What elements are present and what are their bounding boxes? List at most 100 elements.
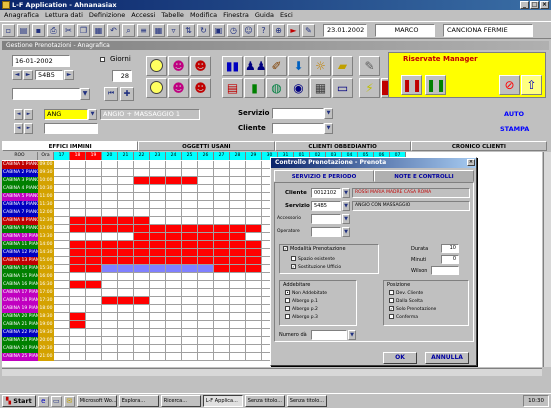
schedule-cell[interactable]	[70, 321, 86, 329]
schedule-cell[interactable]	[198, 289, 214, 297]
schedule-cell[interactable]	[246, 233, 262, 241]
room-cell[interactable]: CABINA 23 PIANO 1	[2, 337, 38, 345]
schedule-cell[interactable]	[166, 289, 182, 297]
servizio-dropdown-icon[interactable]: ▼	[324, 108, 333, 119]
schedule-cell[interactable]	[86, 217, 102, 225]
schedule-cell[interactable]	[86, 201, 102, 209]
open-icon[interactable]: ▤	[17, 23, 30, 37]
schedule-cell[interactable]	[102, 217, 118, 225]
menu-item[interactable]: Esci	[280, 10, 293, 20]
taskbar-item[interactable]: L-F Applica...	[202, 395, 243, 407]
schedule-cell[interactable]	[102, 177, 118, 185]
user-pink-icon[interactable]: ☻	[168, 56, 189, 76]
taskbar-item[interactable]: Esplora...	[118, 395, 159, 407]
schedule-cell[interactable]	[230, 209, 246, 217]
schedule-cell[interactable]	[70, 281, 86, 289]
schedule-cell[interactable]	[150, 209, 166, 217]
schedule-cell[interactable]	[230, 169, 246, 177]
eye-icon[interactable]: ◉	[288, 78, 309, 98]
schedule-cell[interactable]	[230, 297, 246, 305]
schedule-cell[interactable]	[198, 305, 214, 313]
schedule-cell[interactable]	[182, 169, 198, 177]
schedule-cell[interactable]	[166, 241, 182, 249]
schedule-cell[interactable]	[150, 161, 166, 169]
schedule-cell[interactable]	[70, 345, 86, 353]
schedule-cell[interactable]	[70, 297, 86, 305]
schedule-cell[interactable]	[134, 161, 150, 169]
posizione-opt-check[interactable]	[389, 298, 394, 303]
schedule-cell[interactable]	[182, 337, 198, 345]
minimize-button[interactable]: _	[520, 1, 529, 9]
schedule-cell[interactable]	[102, 249, 118, 257]
wilson-field[interactable]	[431, 266, 459, 275]
schedule-cell[interactable]	[182, 177, 198, 185]
schedule-cell[interactable]	[70, 201, 86, 209]
schedule-cell[interactable]	[134, 257, 150, 265]
schedule-cell[interactable]	[70, 161, 86, 169]
schedule-cell[interactable]	[230, 345, 246, 353]
ang-field[interactable]: ANG	[44, 109, 88, 120]
minuti-field[interactable]: 0	[441, 255, 459, 264]
schedule-cell[interactable]	[182, 281, 198, 289]
nav-add-icon[interactable]: ✚	[120, 87, 134, 101]
schedule-cell[interactable]	[246, 329, 262, 337]
schedule-cell[interactable]	[118, 305, 134, 313]
traffic-light-icon[interactable]: ❚❚	[401, 75, 422, 95]
schedule-cell[interactable]	[214, 177, 230, 185]
room-cell[interactable]: CABINA 18 PIANO 1	[2, 297, 38, 305]
schedule-cell[interactable]	[166, 337, 182, 345]
modo-checkbox[interactable]: ✓	[283, 246, 288, 251]
toolbar-operator-field[interactable]: MARCO	[375, 23, 435, 37]
schedule-cell[interactable]	[246, 225, 262, 233]
schedule-cell[interactable]	[182, 225, 198, 233]
schedule-cell[interactable]	[118, 297, 134, 305]
schedule-cell[interactable]	[246, 257, 262, 265]
room-cell[interactable]: CABINA 10 PIANO 1	[2, 233, 38, 241]
schedule-cell[interactable]	[230, 201, 246, 209]
schedule-cell[interactable]	[214, 241, 230, 249]
tab-cronico-clienti[interactable]: CRONICO CLIENTI	[410, 141, 547, 151]
menu-item[interactable]: Finestra	[223, 10, 249, 20]
schedule-cell[interactable]	[54, 337, 70, 345]
schedule-cell[interactable]	[150, 329, 166, 337]
schedule-cell[interactable]	[182, 305, 198, 313]
schedule-cell[interactable]	[86, 321, 102, 329]
schedule-cell[interactable]	[118, 209, 134, 217]
schedule-cell[interactable]	[182, 217, 198, 225]
room-cell[interactable]: CABINA 16 PIANO 1	[2, 281, 38, 289]
dialog-tab-servizio[interactable]: SERVIZIO E PERIODO	[274, 170, 374, 182]
schedule-cell[interactable]	[214, 281, 230, 289]
schedule-cell[interactable]	[214, 249, 230, 257]
circle-shape-2-icon[interactable]	[146, 78, 167, 98]
schedule-cell[interactable]	[102, 241, 118, 249]
schedule-cell[interactable]	[198, 257, 214, 265]
schedule-cell[interactable]	[198, 209, 214, 217]
schedule-cell[interactable]	[182, 249, 198, 257]
schedule-cell[interactable]	[214, 345, 230, 353]
schedule-cell[interactable]	[214, 201, 230, 209]
room-cell[interactable]: CABINA 17 PIANO 1	[2, 289, 38, 297]
dialog-ok-button[interactable]: OK	[383, 352, 417, 364]
schedule-cell[interactable]	[54, 201, 70, 209]
paste-icon[interactable]: ▦	[92, 23, 105, 37]
schedule-cell[interactable]	[54, 225, 70, 233]
code-field[interactable]: 54B5	[35, 70, 63, 80]
schedule-cell[interactable]	[118, 249, 134, 257]
schedule-cell[interactable]	[134, 265, 150, 273]
quicklaunch-desktop-icon[interactable]: ▭	[50, 395, 62, 407]
giorni-checkbox[interactable]	[100, 57, 105, 62]
schedule-cell[interactable]	[134, 313, 150, 321]
schedule-cell[interactable]	[150, 321, 166, 329]
schedule-cell[interactable]	[118, 281, 134, 289]
date-next-button[interactable]: ►	[23, 70, 33, 80]
schedule-cell[interactable]	[230, 289, 246, 297]
schedule-cell[interactable]	[230, 281, 246, 289]
servizio-field[interactable]	[272, 108, 324, 119]
schedule-cell[interactable]	[86, 225, 102, 233]
schedule-cell[interactable]	[214, 273, 230, 281]
schedule-cell[interactable]	[54, 233, 70, 241]
nav-first-icon[interactable]: ⏮	[104, 87, 118, 101]
schedule-cell[interactable]	[54, 169, 70, 177]
schedule-cell[interactable]	[230, 305, 246, 313]
start-button[interactable]: ▚ Start	[2, 395, 36, 407]
